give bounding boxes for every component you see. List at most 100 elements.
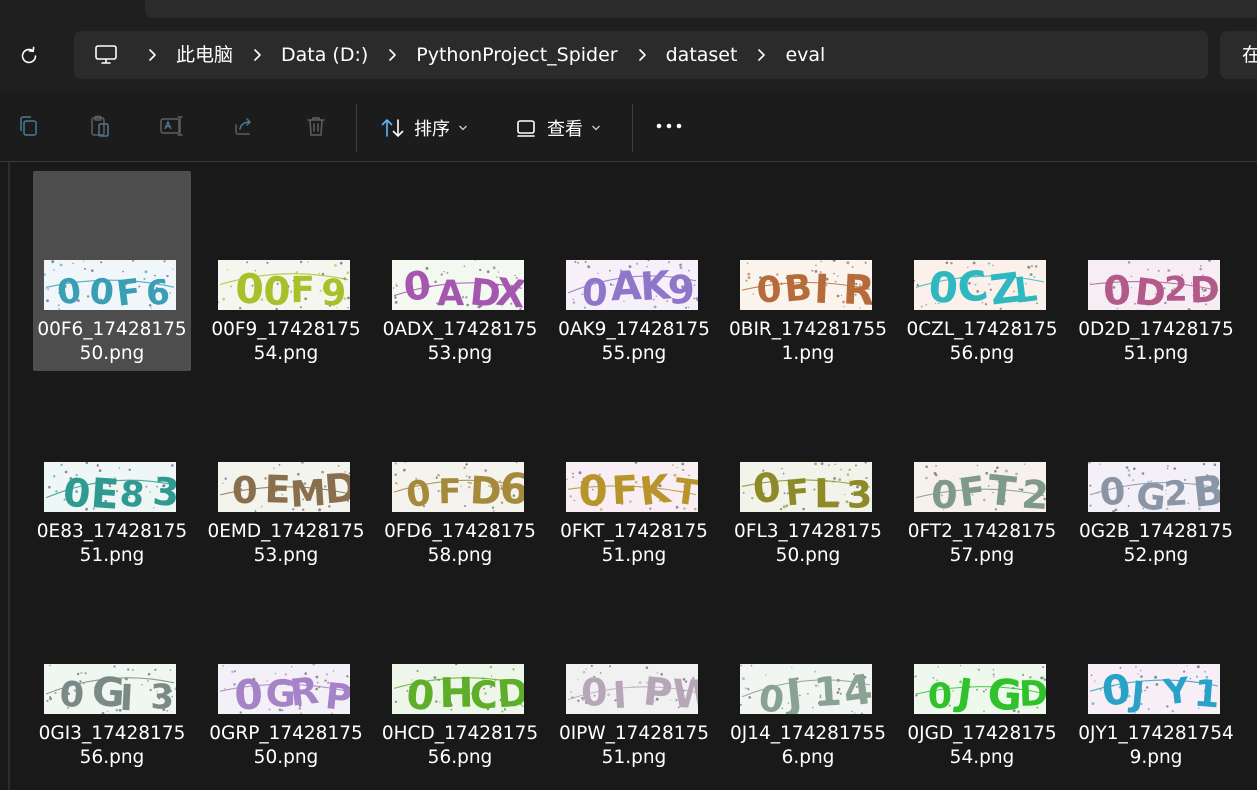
file-item[interactable]: 0 G I 3 0GI3_1742817556.png [33,575,191,775]
svg-text:0: 0 [61,470,93,512]
svg-text:I: I [119,678,134,714]
delete-icon [307,117,325,136]
file-name: 0JGD_1742817554.png [907,723,1057,768]
svg-text:F: F [290,270,315,310]
svg-text:0: 0 [402,263,433,310]
svg-text:Y: Y [1161,671,1192,714]
copy-icon [20,116,37,136]
file-item[interactable]: 0 J G D 0JGD_1742817554.png [903,575,1061,775]
file-thumbnail: 0D2D [1088,260,1220,310]
file-item[interactable]: 0 F D 6 0FD6_1742817558.png [381,373,539,573]
svg-text:2: 2 [1020,472,1046,512]
file-thumbnail: 00F6 [44,260,176,310]
file-name: 0FL3_1742817550.png [734,521,882,566]
file-name: 0AK9_1742817555.png [558,319,710,364]
file-name: 0J14_1742817556.png [730,723,886,768]
rename-button[interactable] [157,111,187,141]
file-item[interactable]: 0 0 F 9 00F9_1742817554.png [207,171,365,371]
file-item[interactable]: 0 F T 2 0FT2_1742817557.png [903,373,1061,573]
captcha-image: 0 D2 D [1088,260,1220,310]
file-thumbnail: 00F9 [218,260,350,310]
navigation-pane-edge[interactable] [8,162,10,790]
svg-text:1: 1 [1192,672,1220,714]
captcha-image: 0 AK9 [566,260,698,310]
breadcrumb-pc-button[interactable] [76,31,136,79]
copy-button[interactable] [13,111,43,141]
refresh-button[interactable] [10,38,48,74]
file-item[interactable]: 0 G 2 B 0G2B_1742817552.png [1077,373,1235,573]
file-item[interactable]: 0 J Y 1 0JY1_1742817549.png [1077,575,1235,775]
file-item[interactable]: 0 E M D 0EMD_1742817553.png [207,373,365,573]
file-thumbnail: 0FKT [566,462,698,512]
file-name: 0GRP_1742817550.png [209,723,363,768]
breadcrumb[interactable]: 此电脑 Data (D:) PythonProject_Spider datas… [74,31,1208,79]
file-name: 0G2B_1742817552.png [1079,521,1233,566]
file-name: 0FT2_1742817557.png [907,521,1057,566]
file-item[interactable]: 0 F K T 0FKT_1742817551.png [555,373,713,573]
paste-button[interactable] [85,111,115,141]
toolbar-separator [632,104,633,152]
file-name: 0IPW_1742817551.png [558,723,710,768]
sort-label: 排序 [414,119,450,140]
breadcrumb-item-data-drive[interactable]: Data (D:) [273,31,376,79]
svg-text:0: 0 [263,269,292,310]
svg-text:E: E [89,469,120,512]
file-thumbnail: 0EMD [218,462,350,512]
active-tab[interactable] [145,0,1257,18]
file-item[interactable]: 0 A D X 0ADX_1742817553.png [381,171,539,371]
svg-text:F: F [114,272,143,310]
svg-text:0: 0 [928,677,953,714]
delete-button[interactable] [301,111,331,141]
chevron-right-icon[interactable] [376,31,408,79]
captcha-image: 0CZL [914,260,1046,310]
file-item[interactable]: 0 J 1 4 0J14_1742817556.png [729,575,887,775]
file-item[interactable]: 0 I P W 0IPW_1742817551.png [555,575,713,775]
file-item[interactable]: 0 H C D 0HCD_1742817556.png [381,575,539,775]
svg-text:T: T [985,466,1018,512]
captcha-image: 00F 9 [218,260,350,310]
captcha-image: 0 EMD [218,462,350,512]
captcha-image: 0E8 3 [44,462,176,512]
file-item[interactable]: 0 C Z L 0CZL_1742817556.png [903,171,1061,371]
file-item[interactable]: 0 G R P 0GRP_1742817550.png [207,575,365,775]
svg-text:0: 0 [235,265,265,310]
svg-text:D: D [323,465,350,512]
svg-text:P: P [641,669,674,714]
file-item[interactable]: 0 A K 9 0AK9_1742817555.png [555,171,713,371]
sort-button[interactable]: 排序 [380,110,468,146]
file-name: 0BIR_1742817551.png [729,319,887,364]
file-thumbnail: 0FD6 [392,462,524,512]
svg-text:E: E [264,467,291,512]
breadcrumb-item-dataset[interactable]: dataset [658,31,746,79]
captcha-image: 0 G2 B [1088,462,1220,512]
more-options-button[interactable] [654,111,684,141]
file-item[interactable]: 0 0 F 6 00F6_1742817550.png [33,171,191,371]
share-button[interactable] [229,111,259,141]
svg-text:0: 0 [930,472,958,512]
file-item[interactable]: 0 D 2 D 0D2D_1742817551.png [1077,171,1235,371]
breadcrumb-item-eval[interactable]: eval [777,31,833,79]
view-label: 查看 [547,119,583,140]
file-item[interactable]: 0 F L 3 0FL3_1742817550.png [729,373,887,573]
svg-text:D: D [1189,270,1220,310]
svg-text:0: 0 [1102,268,1132,310]
chevron-right-icon[interactable] [241,31,273,79]
breadcrumb-item-project[interactable]: PythonProject_Spider [408,31,625,79]
svg-text:D: D [469,468,503,512]
chevron-right-icon[interactable] [745,31,777,79]
view-button[interactable]: 查看 [515,110,601,146]
file-item[interactable]: 0 B I R 0BIR_1742817551.png [729,171,887,371]
svg-text:0: 0 [232,469,258,512]
breadcrumb-item-this-pc[interactable]: 此电脑 [168,31,241,79]
file-thumbnail: 0GRP [218,664,350,714]
chevron-down-icon [459,125,467,131]
file-item[interactable]: 0 E 8 3 0E83_1742817551.png [33,373,191,573]
svg-text:0: 0 [404,672,436,714]
chevron-right-icon[interactable] [136,31,168,79]
captcha-image: 0 GI 3 [44,664,176,714]
chevron-right-icon[interactable] [626,31,658,79]
file-name: 0GI3_1742817556.png [38,723,186,768]
file-thumbnail: 0E83 [44,462,176,512]
svg-text:F: F [784,472,812,512]
file-thumbnail: 0FL3 [740,462,872,512]
